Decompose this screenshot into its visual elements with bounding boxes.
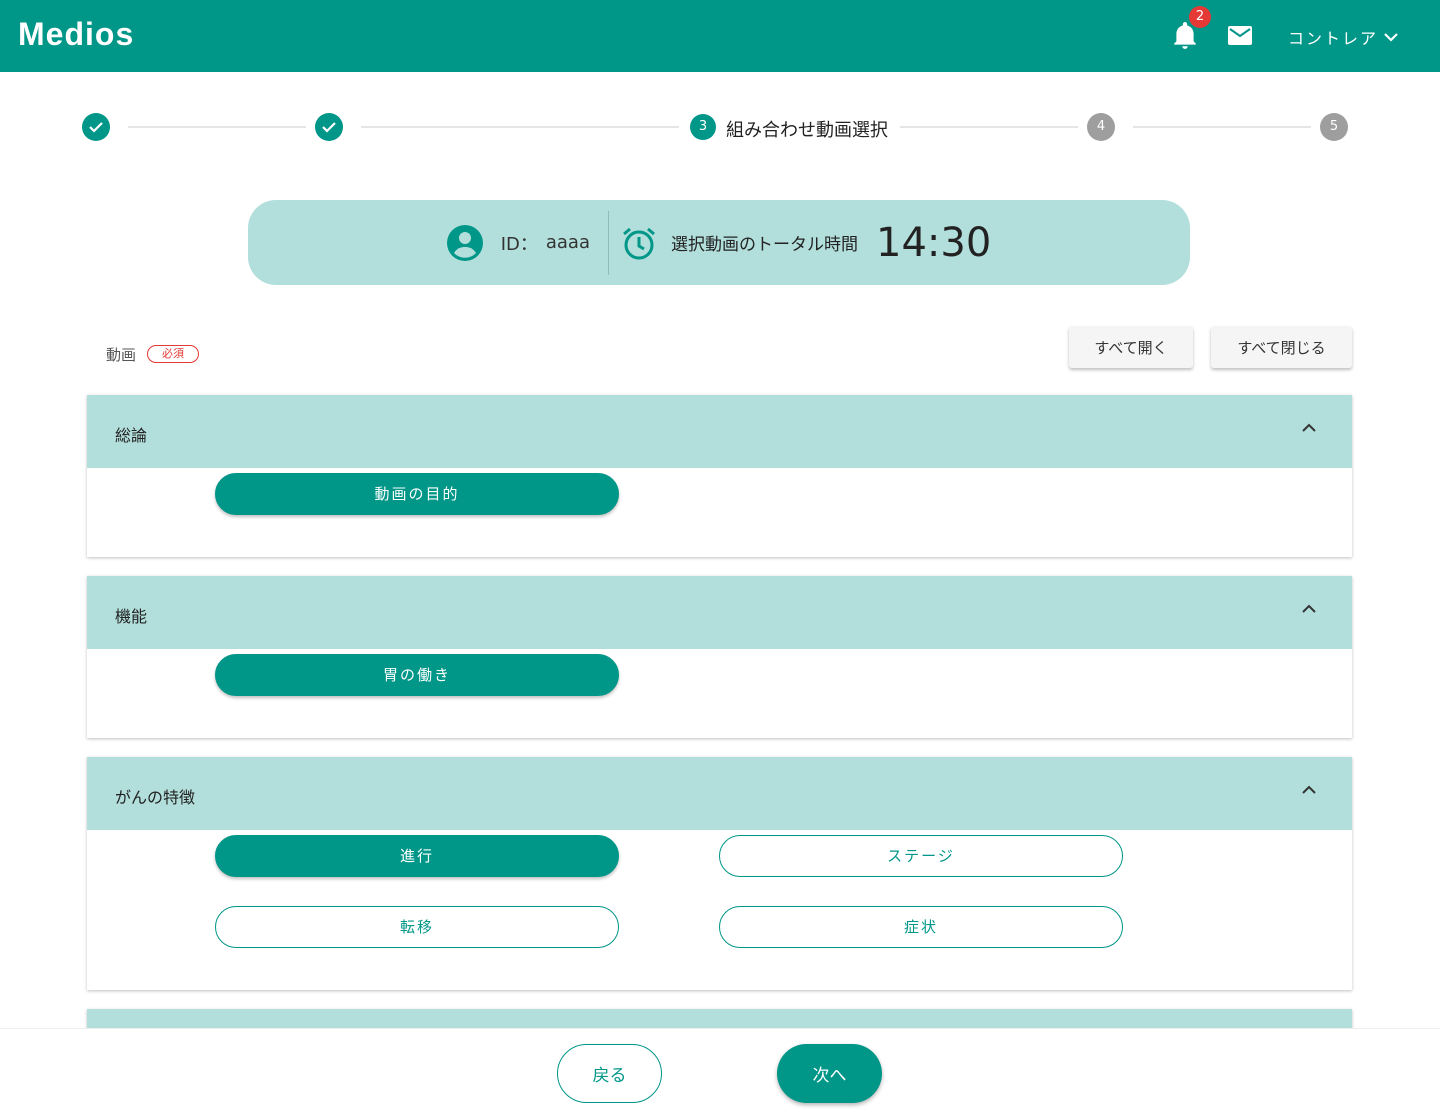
chevron-up-icon [1302,785,1316,794]
video-option[interactable]: 進行 [215,835,619,877]
summary-bar: ID： aaaa 選択動画のトータル時間 14:30 [248,200,1190,285]
panel-title: 総論 [115,426,148,445]
total-time-label: 選択動画のトータル時間 [671,235,858,255]
accordion-panel: 機能 胃の働き [87,576,1352,738]
user-menu[interactable]: コントレア [1288,25,1398,49]
step-connector [128,126,306,128]
step-connector [900,126,1078,128]
panel-title: 機能 [115,607,148,626]
accordion-panel: 総論 動画の目的 [87,395,1352,557]
accordion-header[interactable]: がんの特徴 [87,757,1352,830]
step-connector [361,126,679,128]
collapse-all-button[interactable]: すべて閉じる [1211,326,1352,368]
stepper: 3 組み合わせ動画選択 4 5 [0,113,1440,141]
id-label: ID： [500,233,538,255]
panel-title: がんの特徴 [115,788,196,807]
video-option[interactable]: 胃の働き [215,654,619,696]
accordion-header[interactable]: 総論 [87,395,1352,468]
required-badge: 必須 [147,345,199,363]
step-4: 4 [1087,113,1115,141]
chevron-down-icon [1384,33,1398,42]
expand-all-button[interactable]: すべて開く [1069,326,1193,368]
id-value: aaaa [545,232,590,253]
step-2-check-icon [315,113,343,141]
video-option[interactable]: 転移 [215,906,619,948]
step-3-label: 組み合わせ動画選択 [726,120,888,141]
section-label: 動画 [106,346,137,364]
user-name: コントレア [1288,29,1379,48]
mail-icon[interactable] [1228,26,1252,45]
accordion-panel: がんの特徴 進行 ステージ 転移 症状 [87,757,1352,990]
accordion-header[interactable]: 機能 [87,576,1352,649]
app-header: Medios 2 コントレア [0,0,1440,72]
video-option[interactable]: ステージ [719,835,1123,877]
video-option[interactable]: 症状 [719,906,1123,948]
footer-bar: 戻る 次へ [0,1028,1440,1109]
step-3: 3 [690,114,716,140]
user-avatar-icon [446,224,483,261]
chevron-up-icon [1302,423,1316,432]
notification-badge: 2 [1189,6,1211,28]
next-button[interactable]: 次へ [777,1044,882,1103]
video-option[interactable]: 動画の目的 [215,473,619,515]
step-connector [1133,126,1311,128]
step-5: 5 [1320,113,1348,141]
back-button[interactable]: 戻る [557,1044,662,1103]
divider [608,210,609,275]
step-1-check-icon [82,113,110,141]
total-time-value: 14:30 [876,219,992,266]
alarm-clock-icon [623,227,655,259]
chevron-up-icon [1302,604,1316,613]
logo[interactable]: Medios [18,16,134,53]
